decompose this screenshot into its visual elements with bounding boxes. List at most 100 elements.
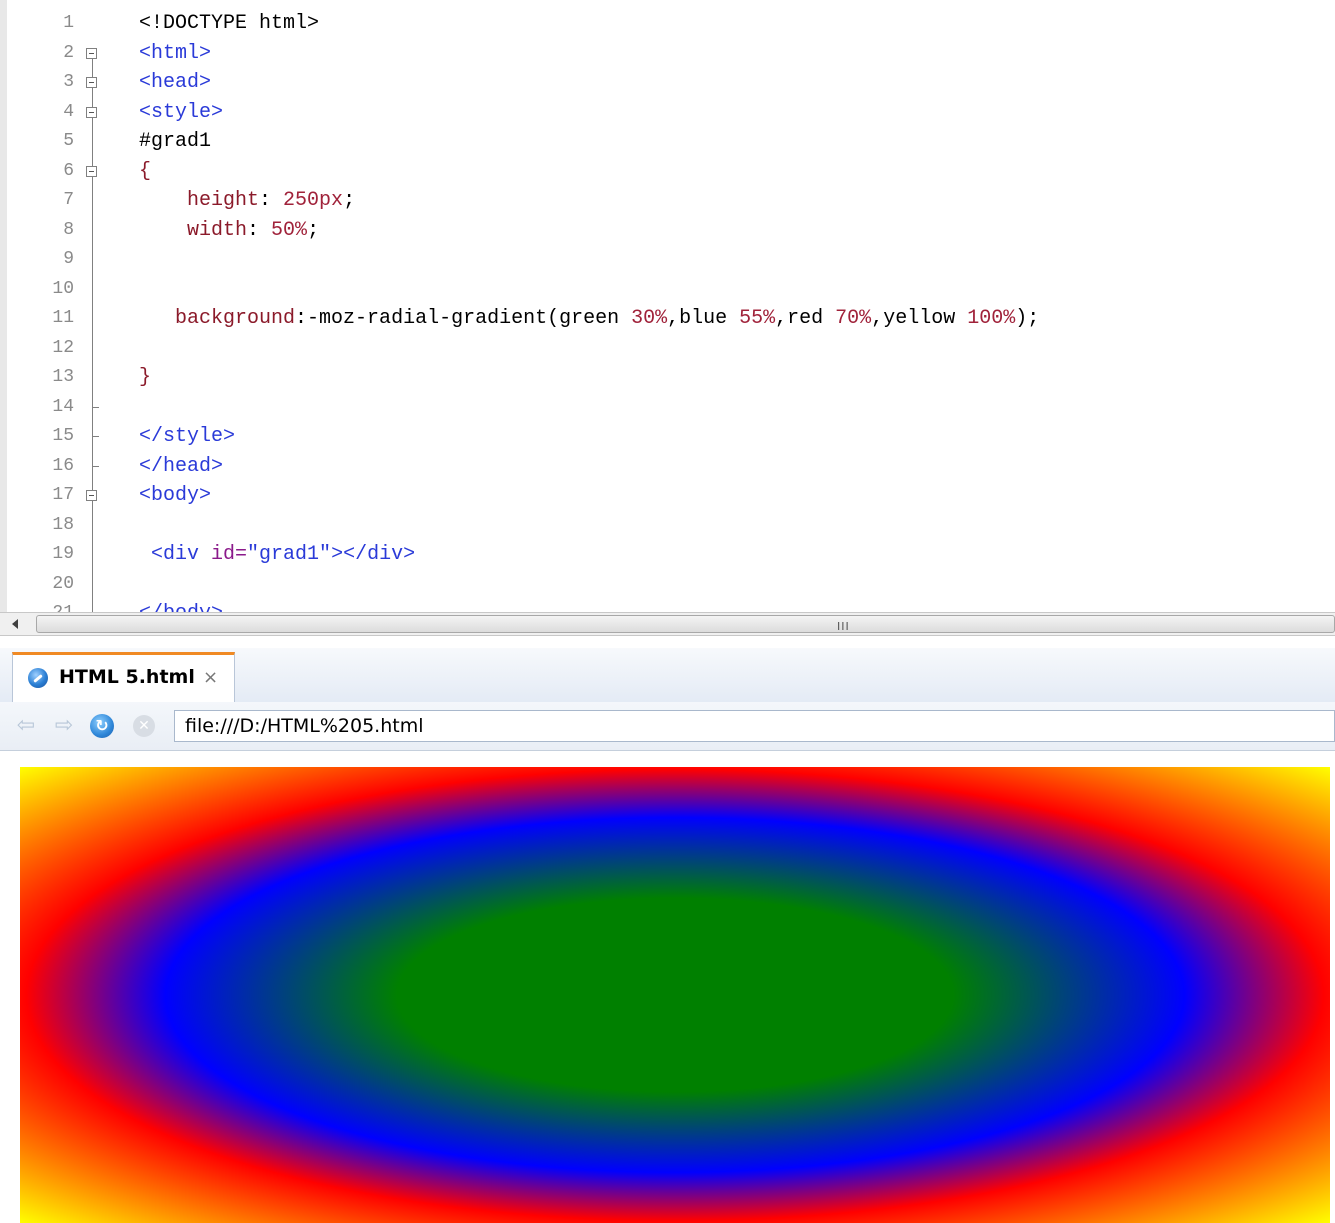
code-editor[interactable]: 123456789101112131415161718192021 <!DOCT… (0, 0, 1335, 612)
back-arrow-icon[interactable]: ⇦ (14, 714, 38, 738)
code-token: #grad1 (139, 130, 212, 153)
line-number: 3 (63, 72, 74, 92)
code-line: <!DOCTYPE html> (139, 9, 1335, 39)
code-line: </body> (139, 599, 1335, 612)
code-token: ; (343, 189, 356, 212)
code-line: } (139, 363, 1335, 393)
code-token: <div (151, 543, 212, 566)
line-number: 2 (63, 42, 74, 63)
line-number: 4 (63, 101, 74, 122)
code-token: } (139, 366, 152, 389)
code-line: <style> (139, 98, 1335, 128)
fold-end-marker (92, 465, 99, 467)
line-number: 12 (52, 337, 74, 358)
code-line: </style> (139, 422, 1335, 452)
code-token: 50% (271, 218, 308, 242)
line-number: 5 (63, 131, 74, 151)
code-token: 100% (967, 307, 1016, 330)
code-token: <head> (139, 71, 212, 94)
rendered-page (0, 751, 1335, 1223)
code-line: </head> (139, 452, 1335, 482)
line-number: 8 (63, 219, 74, 240)
scroll-left-icon[interactable] (12, 619, 18, 629)
code-token: ,blue (667, 307, 740, 330)
code-token: "grad1" (247, 543, 332, 566)
line-number: 10 (52, 278, 74, 299)
address-bar[interactable]: file:///D:/HTML%205.html (174, 710, 1335, 742)
browser-tab-bar: HTML 5.html × (0, 648, 1335, 703)
line-number: 7 (63, 190, 74, 210)
code-token: 30% (631, 307, 668, 330)
scrollbar-grip: III (837, 620, 850, 633)
line-number: 9 (63, 249, 74, 269)
line-number: 16 (52, 455, 74, 476)
code-token: <style> (139, 100, 224, 124)
code-line: <head> (139, 68, 1335, 98)
fold-end-marker (92, 406, 99, 408)
horizontal-scrollbar[interactable]: III (0, 612, 1335, 636)
scrollbar-thumb[interactable]: III (36, 615, 1335, 633)
line-number: 6 (63, 160, 74, 181)
line-number: 14 (52, 396, 74, 417)
radial-gradient-box (20, 767, 1330, 1223)
code-token: ; (307, 218, 320, 242)
fold-toggle-icon[interactable] (86, 165, 97, 177)
code-token: </body> (139, 602, 223, 612)
line-number: 1 (63, 13, 74, 33)
refresh-icon[interactable]: ↻ (90, 714, 114, 738)
code-token: background (175, 307, 296, 330)
line-number: 15 (52, 426, 74, 446)
fold-toggle-icon[interactable] (86, 77, 97, 88)
code-line: height: 250px; (139, 186, 1335, 216)
code-line: <body> (139, 481, 1335, 511)
code-token: ,red (775, 307, 836, 330)
code-token: : (259, 189, 284, 212)
code-line: { (139, 157, 1335, 187)
code-line: <div id="grad1"></div> (139, 540, 1335, 570)
fold-toggle-icon[interactable] (86, 490, 97, 501)
code-token: id= (211, 543, 248, 566)
code-line: <html> (139, 39, 1335, 69)
code-token: 70% (835, 307, 872, 330)
fold-end-marker (92, 436, 99, 437)
line-number: 11 (52, 308, 74, 328)
fold-toggle-icon[interactable] (86, 106, 97, 118)
line-number: 17 (52, 485, 74, 505)
code-token: : (247, 218, 272, 242)
code-line: #grad1 (139, 127, 1335, 157)
code-token: </style> (139, 425, 236, 448)
code-token: ); (1015, 307, 1040, 330)
code-line: background:-moz-radial-gradient(green 30… (139, 304, 1335, 334)
code-token: </head> (139, 454, 224, 478)
line-number: 13 (52, 367, 74, 387)
code-token: { (139, 159, 152, 183)
forward-arrow-icon[interactable]: ⇨ (52, 714, 76, 738)
code-token: 250px (283, 189, 344, 212)
stop-icon[interactable]: ✕ (133, 715, 155, 737)
code-token: ,yellow (871, 307, 968, 330)
close-icon[interactable]: × (203, 667, 218, 688)
line-number: 18 (52, 514, 74, 535)
code-token: 55% (739, 307, 776, 330)
navigation-bar: ⇦ ⇨ ↻ ✕ file:///D:/HTML%205.html (0, 702, 1335, 751)
code-token: <body> (139, 484, 212, 507)
line-number: 20 (52, 573, 74, 594)
fold-guide-line (92, 50, 93, 612)
code-token: :-moz-radial-gradient(green (295, 307, 632, 330)
code-token: ></div> (331, 543, 416, 566)
tab-html5[interactable]: HTML 5.html × (12, 652, 235, 702)
code-token: <!DOCTYPE html> (139, 12, 320, 35)
fold-toggle-icon[interactable] (86, 47, 97, 59)
globe-icon (28, 668, 48, 688)
code-text-area[interactable]: <!DOCTYPE html> <html> <head> <style> #grad1… (129, 0, 1335, 612)
code-token: <html> (139, 41, 212, 65)
